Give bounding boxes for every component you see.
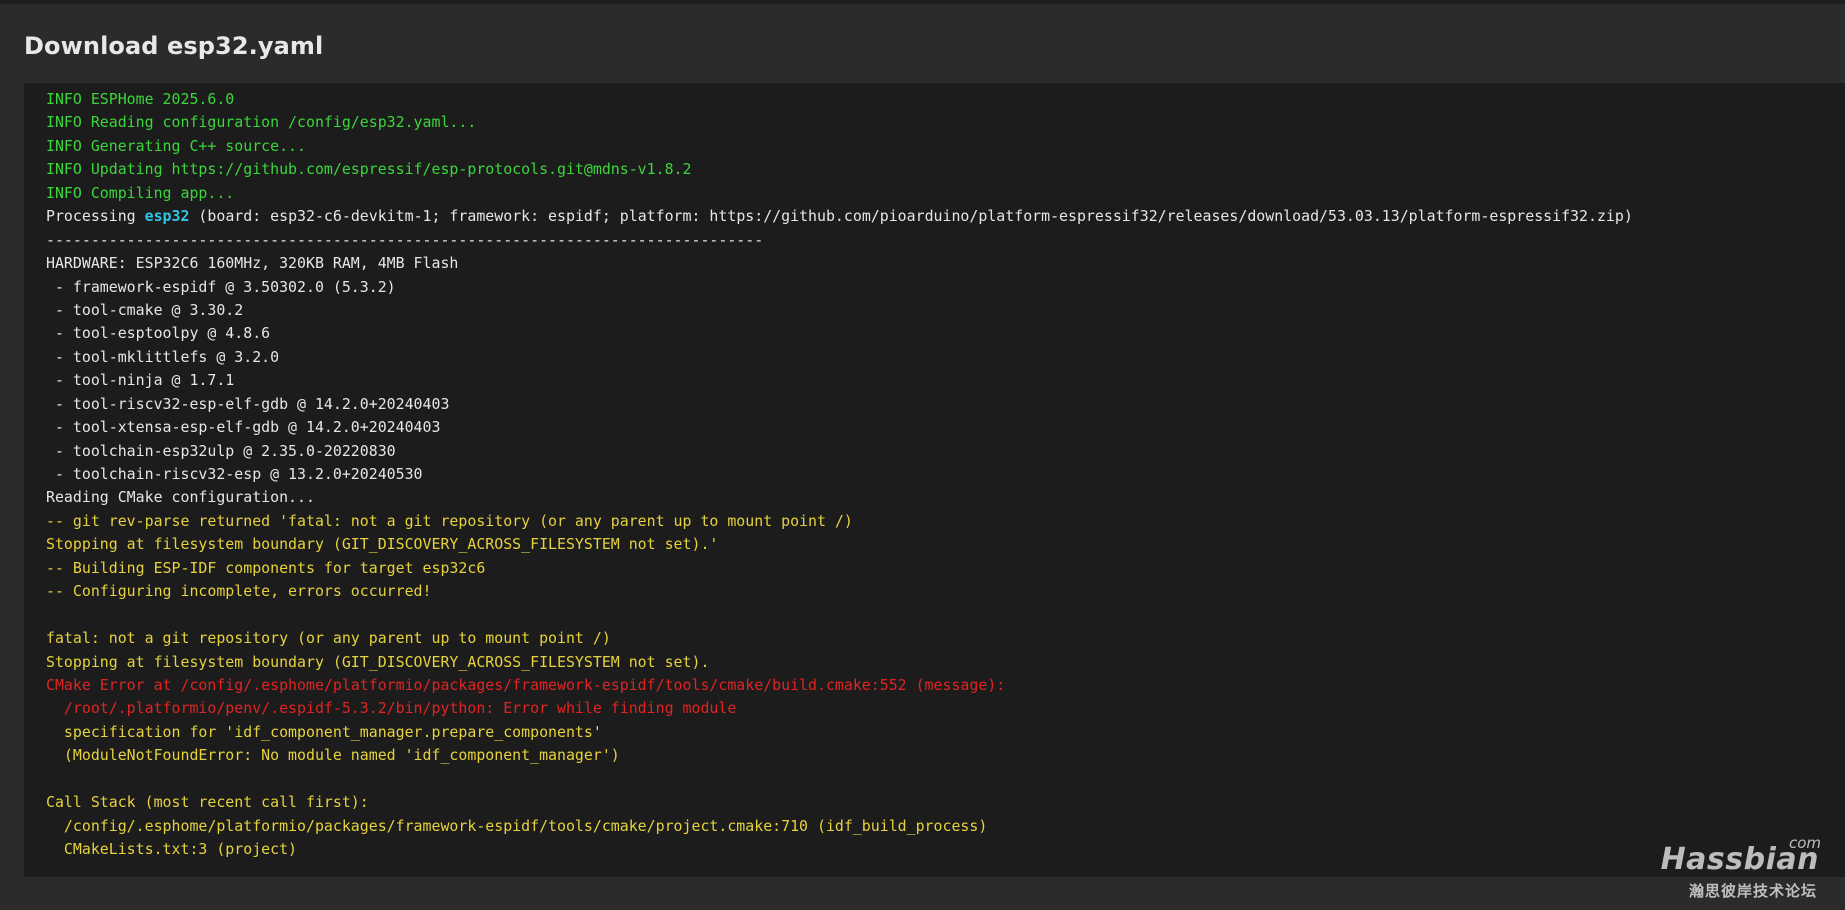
- log-line: -- Building ESP-IDF components for targe…: [46, 558, 486, 577]
- log-line: Stopping at filesystem boundary (GIT_DIS…: [46, 535, 719, 554]
- log-line: Call Stack (most recent call first):: [46, 793, 369, 812]
- log-line: - tool-xtensa-esp-elf-gdb @ 14.2.0+20240…: [46, 418, 441, 437]
- log-line: CMakeLists.txt:3 (project): [46, 840, 298, 858]
- log-line: ----------------------------------------…: [46, 230, 764, 249]
- log-line-prefix: Processing: [46, 207, 145, 226]
- log-line: fatal: not a git repository (or any pare…: [46, 629, 611, 648]
- log-line: - tool-esptoolpy @ 4.8.6: [46, 324, 271, 343]
- log-line: - toolchain-esp32ulp @ 2.35.0-20220830: [46, 441, 396, 460]
- environment-name: esp32: [144, 207, 190, 226]
- log-line: (ModuleNotFoundError: No module named 'i…: [46, 746, 620, 765]
- log-line: Reading CMake configuration...: [46, 488, 315, 507]
- log-line: specification for 'idf_component_manager…: [46, 722, 602, 741]
- site-watermark-logo: com Hassbian 瀚思彼岸技术论坛: [1661, 832, 1825, 902]
- log-line: - framework-espidf @ 3.50302.0 (5.3.2): [46, 277, 396, 296]
- log-line: /root/.platformio/penv/.espidf-5.3.2/bin…: [46, 699, 737, 718]
- watermark-name: Hassbian: [1660, 842, 1819, 877]
- log-line: - tool-riscv32-esp-elf-gdb @ 14.2.0+2024…: [46, 394, 450, 413]
- log-line: - tool-ninja @ 1.7.1: [46, 371, 235, 390]
- dialog-title: Download esp32.yaml: [24, 32, 324, 60]
- log-line: INFO Updating https://github.com/espress…: [46, 160, 692, 179]
- log-line: /config/.esphome/platformio/packages/fra…: [46, 816, 988, 835]
- log-line: HARDWARE: ESP32C6 160MHz, 320KB RAM, 4MB…: [46, 254, 459, 273]
- log-line: Stopping at filesystem boundary (GIT_DIS…: [46, 652, 710, 671]
- log-line: - tool-mklittlefs @ 3.2.0: [46, 347, 280, 366]
- log-line: INFO Generating C++ source...: [46, 136, 306, 155]
- log-line: CMake Error at /config/.esphome/platform…: [46, 675, 1006, 694]
- log-line: -- Configuring incomplete, errors occurr…: [46, 582, 432, 601]
- compile-log-output[interactable]: INFO ESPHome 2025.6.0 INFO Reading config…: [24, 83, 1845, 877]
- log-line: - tool-cmake @ 3.30.2: [46, 300, 244, 319]
- log-line: INFO ESPHome 2025.6.0: [46, 90, 235, 108]
- log-line: - toolchain-riscv32-esp @ 13.2.0+2024053…: [46, 465, 423, 483]
- log-line: Processing esp32 (board: esp32-c6-devkit…: [46, 205, 1845, 228]
- log-line-suffix: (board: esp32-c6-devkitm-1; framework: e…: [189, 207, 1633, 226]
- download-dialog: Download esp32.yaml INFO ESPHome 2025.6.…: [0, 4, 1845, 910]
- log-line: INFO Compiling app...: [46, 183, 235, 202]
- log-line: -- git rev-parse returned 'fatal: not a …: [46, 511, 853, 530]
- watermark-subtitle: 瀚思彼岸技术论坛: [1688, 882, 1817, 900]
- log-line: INFO Reading configuration /config/esp32…: [46, 113, 477, 132]
